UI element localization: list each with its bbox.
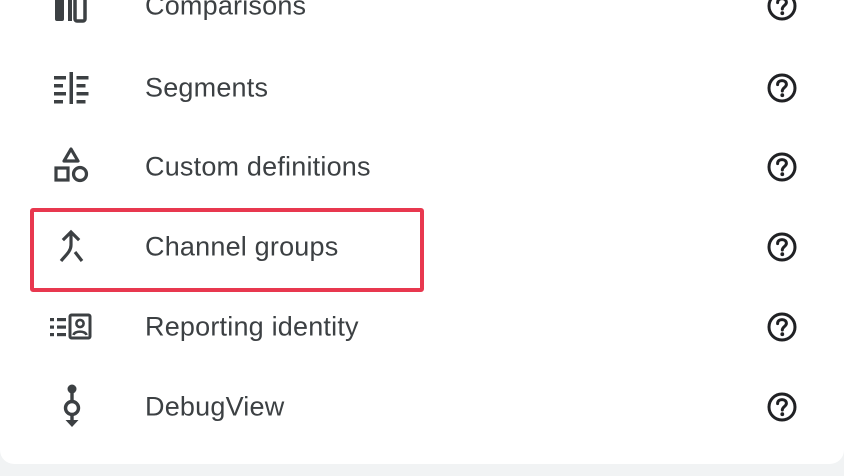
debug-icon	[48, 384, 94, 430]
menu-item-channel-groups[interactable]: Channel groups	[0, 207, 844, 287]
menu-item-segments[interactable]: Segments	[0, 48, 844, 128]
identity-icon	[48, 304, 94, 350]
comparisons-icon	[48, 0, 94, 29]
menu-item-label: Reporting identity	[145, 311, 359, 342]
menu-item-debugview[interactable]: DebugView	[0, 367, 844, 447]
menu-item-label: Channel groups	[145, 231, 339, 262]
menu-item-label: Comparisons	[145, 0, 307, 21]
menu-item-label: DebugView	[145, 391, 285, 422]
help-circle-icon[interactable]	[766, 151, 798, 183]
settings-menu-panel: Comparisons Segments Custom definitions …	[0, 0, 844, 464]
help-circle-icon[interactable]	[766, 231, 798, 263]
menu-item-comparisons[interactable]: Comparisons	[0, 0, 844, 46]
menu-item-reporting-identity[interactable]: Reporting identity	[0, 287, 844, 367]
help-circle-icon[interactable]	[766, 391, 798, 423]
help-circle-icon[interactable]	[766, 311, 798, 343]
segments-icon	[48, 65, 94, 111]
shapes-icon	[48, 144, 94, 190]
menu-item-label: Segments	[145, 72, 269, 103]
help-circle-icon[interactable]	[766, 72, 798, 104]
menu-item-label: Custom definitions	[145, 151, 371, 182]
menu-item-custom-definitions[interactable]: Custom definitions	[0, 127, 844, 207]
merge-icon	[48, 224, 94, 270]
help-circle-icon[interactable]	[766, 0, 798, 22]
